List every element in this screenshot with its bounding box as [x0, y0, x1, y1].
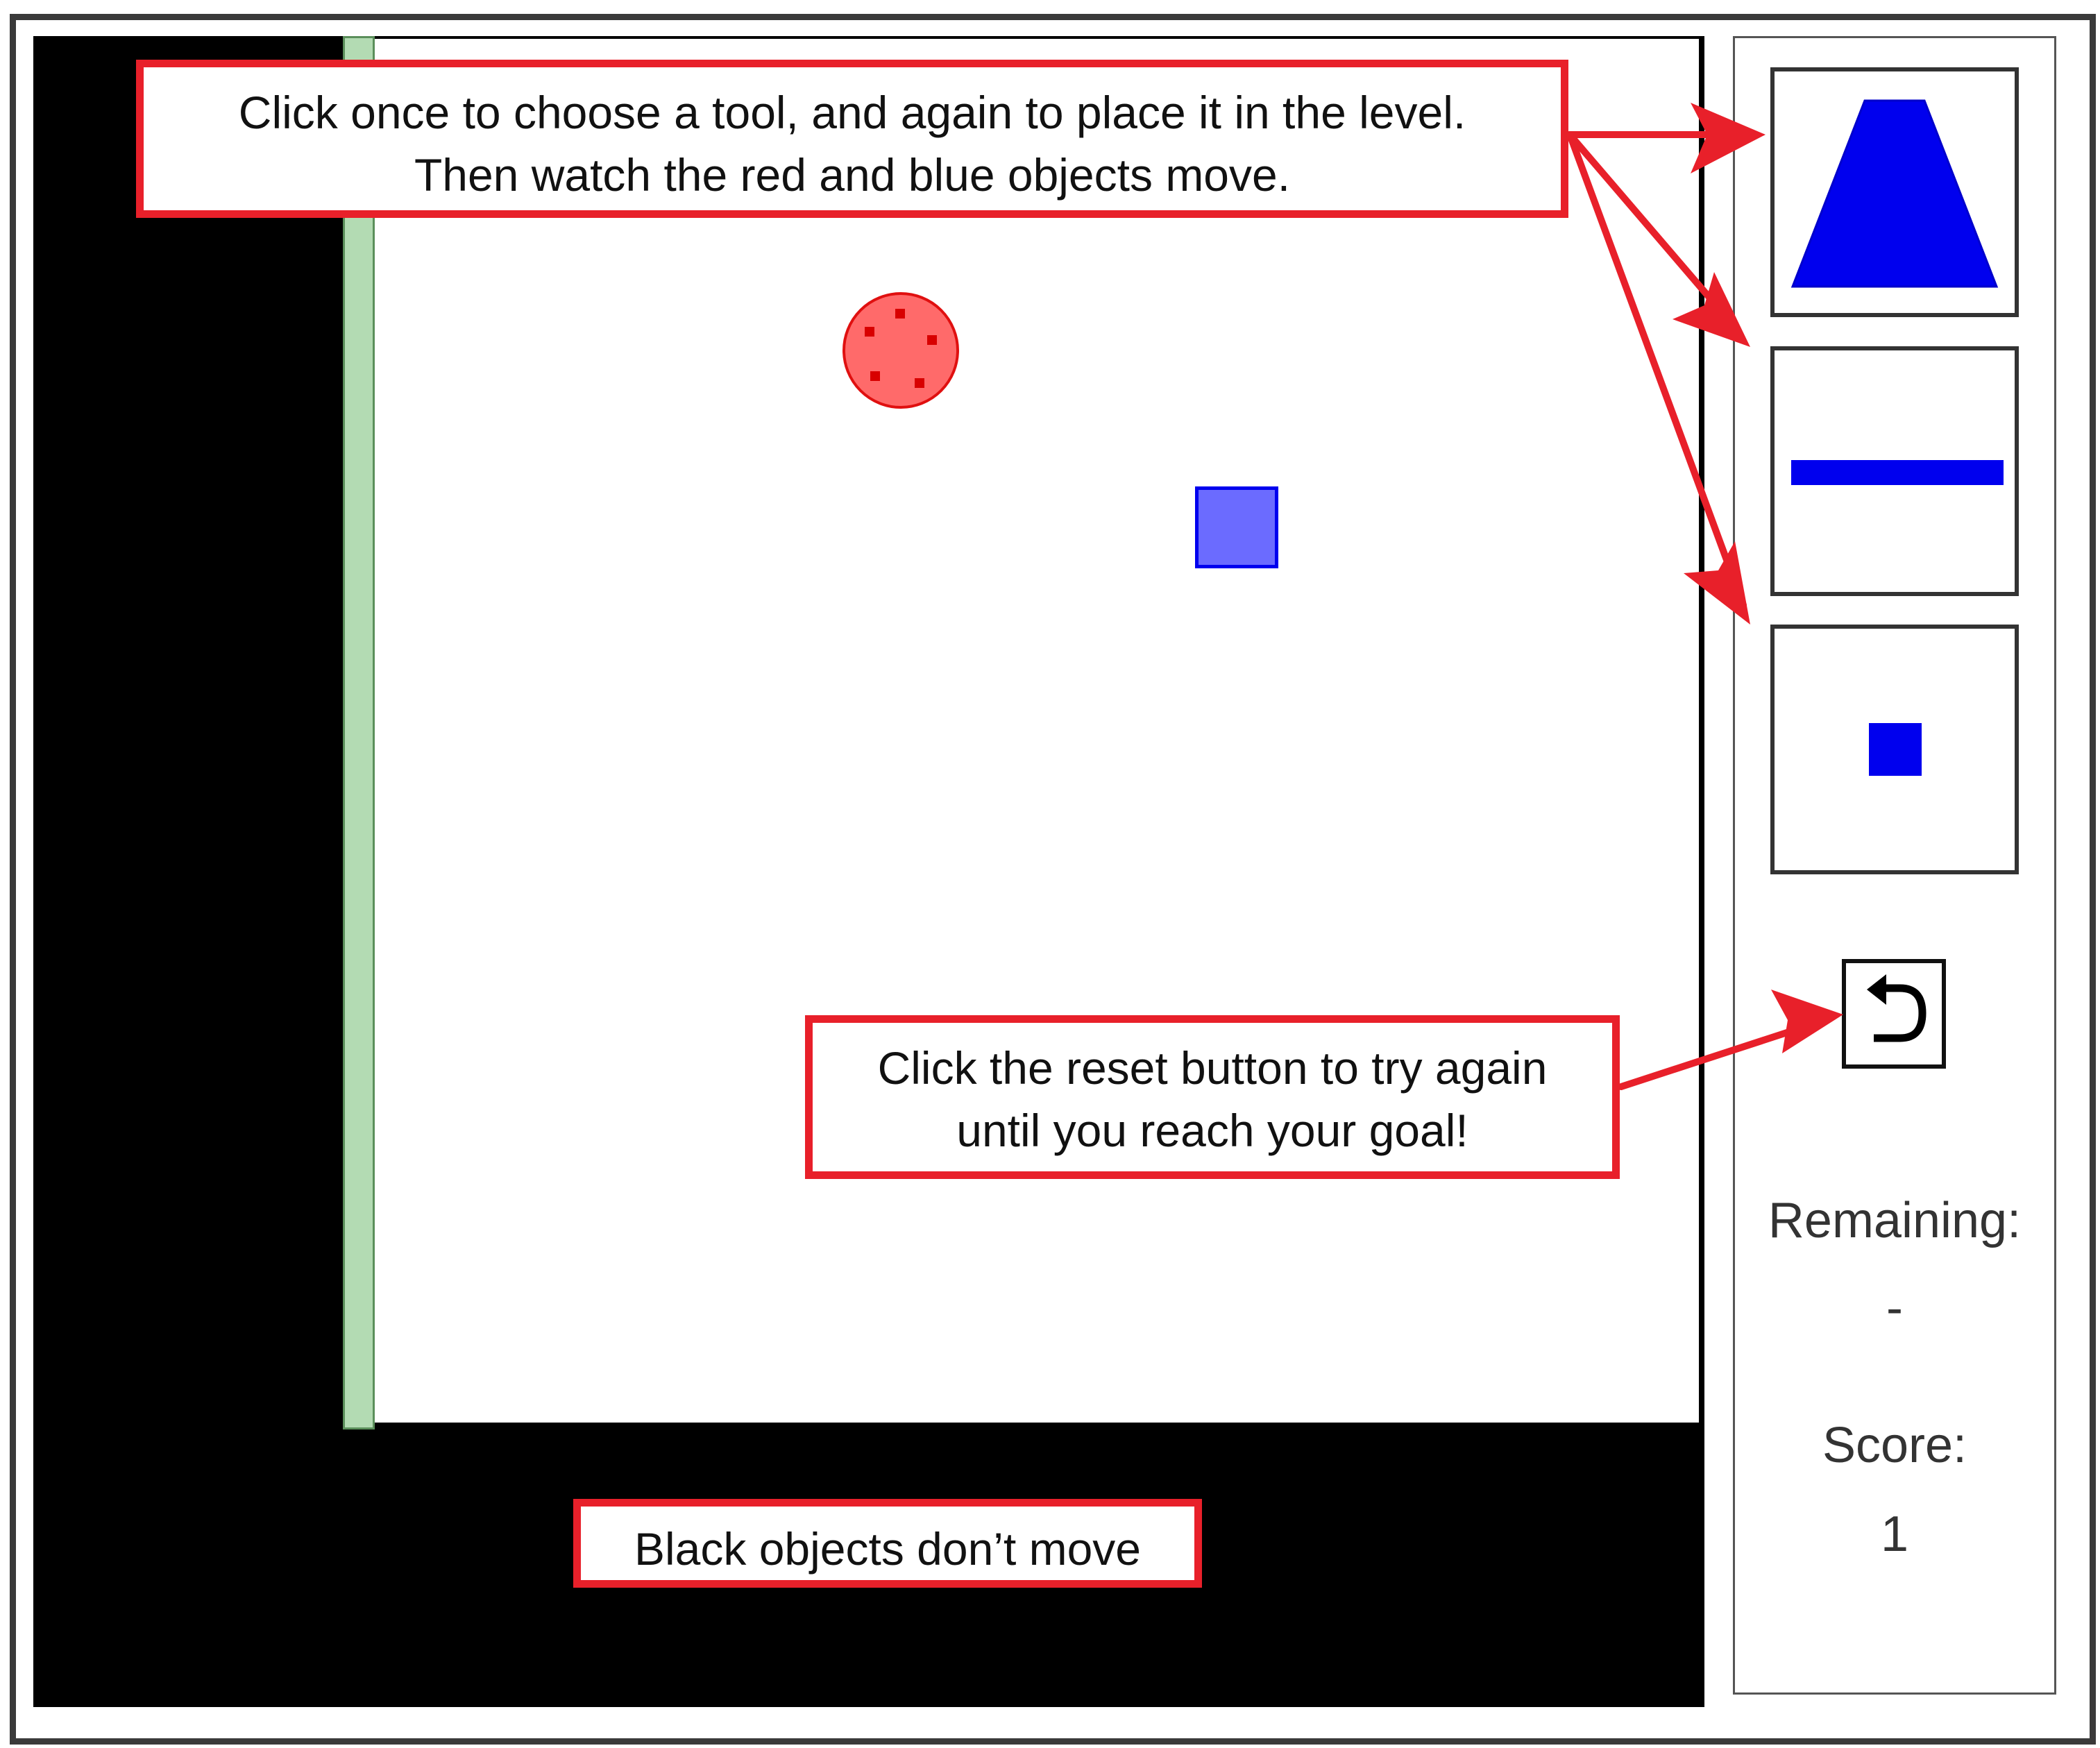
arrow-head-reset	[1771, 990, 1843, 1053]
arrow-head-bar	[1673, 272, 1750, 347]
arrow-line-square	[1566, 131, 1747, 609]
annotation-arrows	[1566, 103, 1843, 1090]
arrow-head-square	[1684, 541, 1750, 625]
